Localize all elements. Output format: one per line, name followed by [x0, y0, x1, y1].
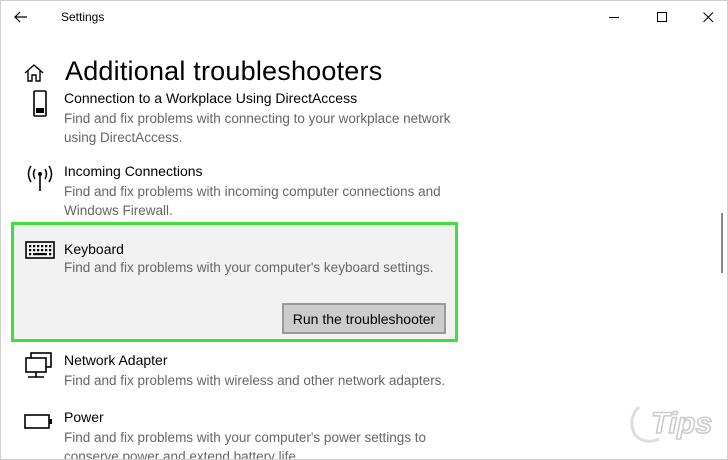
- home-button[interactable]: [23, 62, 45, 84]
- maximize-icon: [656, 11, 667, 22]
- watermark-text: Tips: [651, 407, 712, 440]
- item-name: Power: [64, 409, 104, 425]
- maximize-button[interactable]: [639, 1, 685, 33]
- minimize-icon: [608, 16, 619, 18]
- minimize-button[interactable]: [591, 1, 637, 33]
- tips-logo-icon: Tips: [625, 389, 725, 449]
- settings-window: Settings Additional troubleshooters Conn…: [0, 0, 728, 460]
- close-button[interactable]: [685, 1, 727, 33]
- antenna-icon: [23, 163, 57, 193]
- back-arrow-icon: [14, 11, 27, 23]
- troubleshooter-power[interactable]: Power Find and fix problems with your co…: [1, 409, 471, 459]
- troubleshooter-network-adapter[interactable]: Network Adapter Find and fix problems wi…: [1, 352, 471, 392]
- title-bar: Settings: [1, 1, 727, 33]
- item-description: Find and fix problems with wireless and …: [64, 373, 446, 388]
- item-description: Find and fix problems with connecting to…: [64, 111, 451, 145]
- item-name: Network Adapter: [64, 352, 168, 368]
- item-name: Keyboard: [64, 241, 124, 257]
- back-button[interactable]: [11, 7, 31, 27]
- item-description: Find and fix problems with incoming comp…: [64, 184, 441, 218]
- home-icon: [24, 64, 44, 82]
- close-icon: [702, 11, 713, 22]
- page-title: Additional troubleshooters: [65, 56, 383, 86]
- troubleshooter-list: Connection to a Workplace Using DirectAc…: [1, 87, 727, 459]
- keyboard-icon: [25, 241, 59, 263]
- window-title: Settings: [61, 10, 105, 24]
- run-troubleshooter-button[interactable]: Run the troubleshooter: [282, 303, 446, 334]
- battery-icon: [23, 409, 57, 439]
- troubleshooter-directaccess[interactable]: Connection to a Workplace Using DirectAc…: [1, 90, 471, 150]
- troubleshooter-incoming-connections[interactable]: Incoming Connections Find and fix proble…: [1, 163, 471, 223]
- item-name: Connection to a Workplace Using DirectAc…: [64, 90, 358, 106]
- scrollbar-thumb[interactable]: [721, 213, 723, 273]
- phone-device-icon: [23, 90, 57, 120]
- network-adapter-icon: [23, 352, 57, 382]
- item-description: Find and fix problems with your computer…: [64, 430, 426, 459]
- troubleshooter-keyboard[interactable]: Keyboard Find and fix problems with your…: [11, 222, 458, 342]
- item-description: Find and fix problems with your computer…: [64, 260, 434, 275]
- item-name: Incoming Connections: [64, 163, 203, 179]
